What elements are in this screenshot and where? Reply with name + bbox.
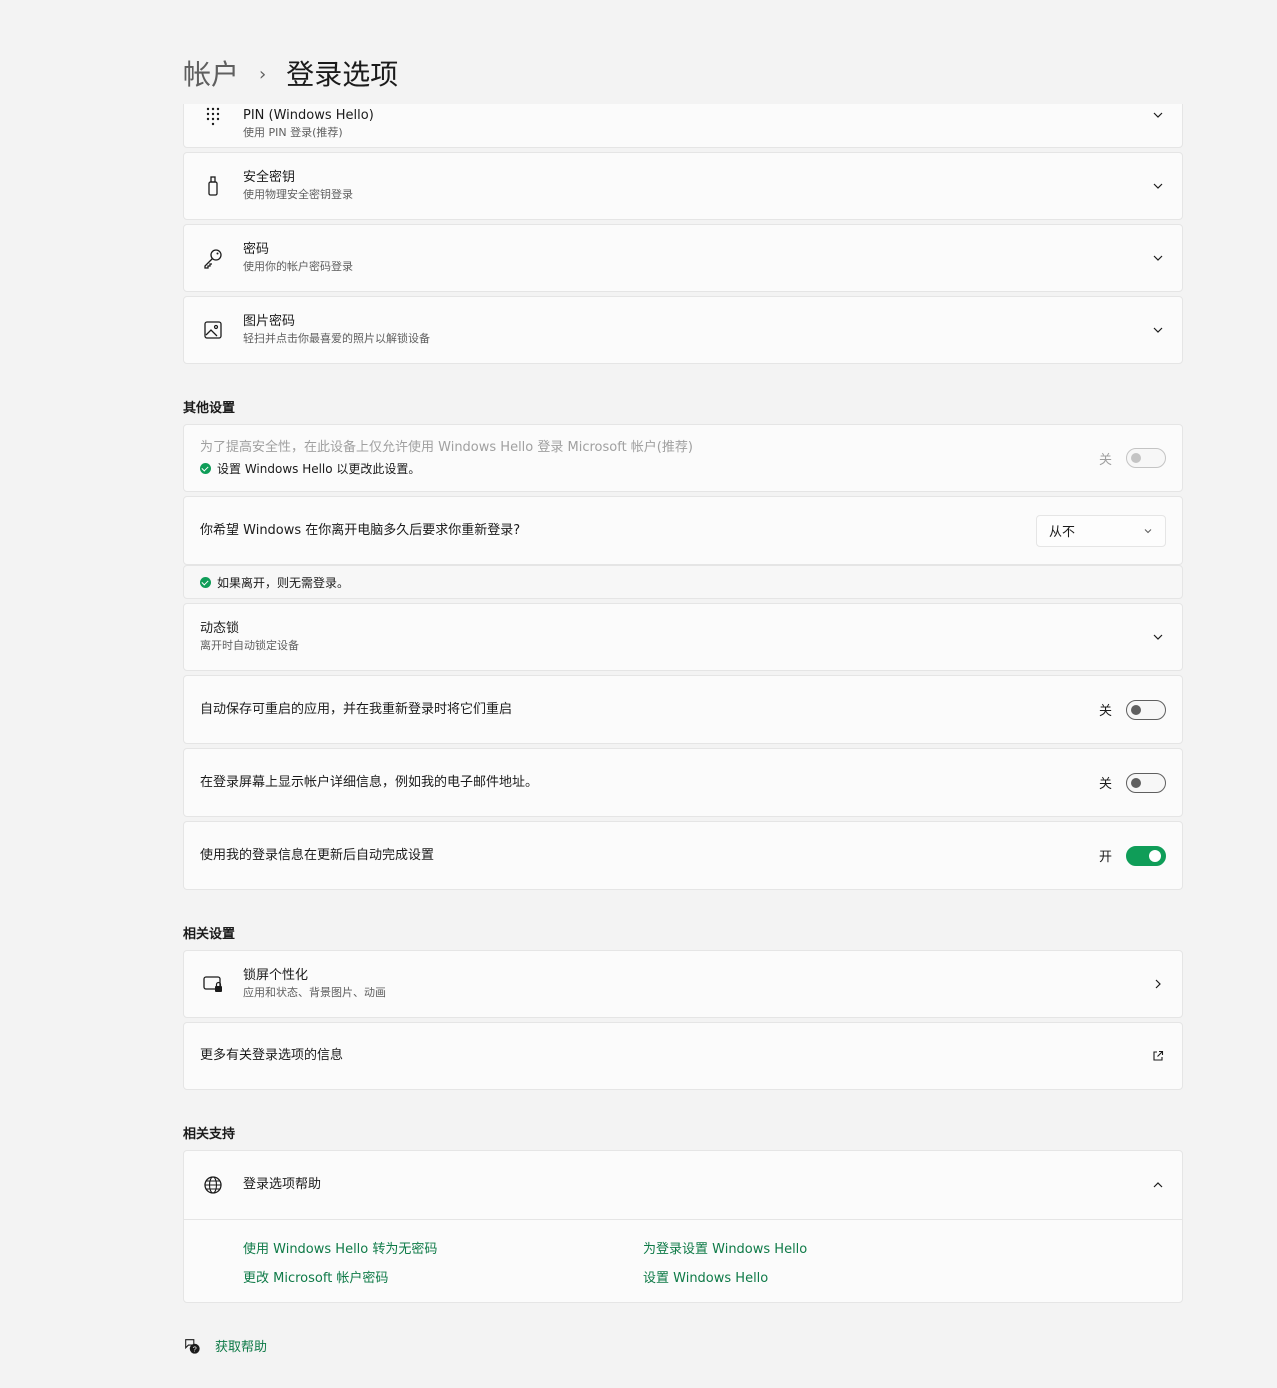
external-link-icon[interactable] xyxy=(1150,1048,1166,1064)
key-icon xyxy=(200,245,226,271)
dynamic-lock-card[interactable]: 动态锁 离开时自动锁定设备 xyxy=(183,603,1183,671)
get-help[interactable]: ? 获取帮助 xyxy=(183,1336,267,1355)
picture-icon xyxy=(200,317,226,343)
more-info-title: 更多有关登录选项的信息 xyxy=(200,1048,344,1063)
chevron-down-icon[interactable] xyxy=(1150,629,1166,645)
related-settings-heading: 相关设置 xyxy=(183,927,236,942)
help-link-change-password[interactable]: 更改 Microsoft 帐户密码 xyxy=(243,1267,388,1286)
chevron-down-icon[interactable] xyxy=(1150,322,1166,338)
restart-apps-state: 关 xyxy=(1098,704,1112,719)
usb-key-icon xyxy=(200,173,226,199)
use-signin-info-toggle[interactable] xyxy=(1126,845,1166,866)
chevron-right-icon[interactable] xyxy=(1150,976,1166,992)
globe-icon xyxy=(200,1172,226,1198)
lock-screen-icon xyxy=(200,971,226,997)
chevron-down-icon[interactable] xyxy=(1150,250,1166,266)
pin-title: PIN (Windows Hello) xyxy=(243,108,374,123)
related-support-heading: 相关支持 xyxy=(183,1127,236,1142)
require-signin-note-bar: 如果离开，则无需登录。 xyxy=(183,565,1183,599)
get-help-link[interactable]: 获取帮助 xyxy=(215,1336,267,1355)
show-details-title: 在登录屏幕上显示帐户详细信息，例如我的电子邮件地址。 xyxy=(200,774,539,790)
password-subtitle: 使用你的帐户密码登录 xyxy=(243,260,353,273)
picture-password-card[interactable]: 图片密码 轻扫并点击你最喜爱的照片以解锁设备 xyxy=(183,296,1183,364)
restart-apps-toggle[interactable] xyxy=(1126,699,1166,720)
chevron-up-icon[interactable] xyxy=(1150,1177,1166,1193)
hello-only-card: 为了提高安全性，在此设备上仅允许使用 Windows Hello 登录 Micr… xyxy=(183,424,1183,492)
show-details-toggle[interactable] xyxy=(1126,772,1166,793)
picture-password-title: 图片密码 xyxy=(243,314,296,329)
pin-keypad-icon xyxy=(200,102,226,128)
svg-text:?: ? xyxy=(193,1344,197,1353)
restart-apps-card: 自动保存可重启的应用，并在我重新登录时将它们重启 关 xyxy=(183,675,1183,744)
require-signin-question: 你希望 Windows 在你离开电脑多久后要求你重新登录? xyxy=(200,522,521,538)
hello-only-title: 为了提高安全性，在此设备上仅允许使用 Windows Hello 登录 Micr… xyxy=(200,440,693,455)
require-signin-selected: 从不 xyxy=(1049,525,1076,540)
help-links: 使用 Windows Hello 转为无密码 为登录设置 Windows Hel… xyxy=(184,1219,1182,1305)
signin-help-header[interactable]: 登录选项帮助 xyxy=(184,1151,1182,1219)
more-info-card[interactable]: 更多有关登录选项的信息 xyxy=(183,1022,1183,1090)
help-link-setup-hello[interactable]: 设置 Windows Hello xyxy=(643,1267,768,1286)
pin-subtitle: 使用 PIN 登录(推荐) xyxy=(243,126,343,139)
lock-screen-subtitle: 应用和状态、背景图片、动画 xyxy=(243,986,386,999)
help-chat-icon: ? xyxy=(185,1338,200,1354)
help-link-passwordless[interactable]: 使用 Windows Hello 转为无密码 xyxy=(243,1238,437,1257)
breadcrumb: 帐户 › 登录选项 xyxy=(183,56,398,94)
signin-help-title: 登录选项帮助 xyxy=(243,1177,322,1192)
dynamic-lock-subtitle: 离开时自动锁定设备 xyxy=(200,639,299,652)
signin-help-card: 登录选项帮助 使用 Windows Hello 转为无密码 为登录设置 Wind… xyxy=(183,1150,1183,1303)
hello-only-note-text: 设置 Windows Hello 以更改此设置。 xyxy=(217,462,421,476)
require-signin-note: 如果离开，则无需登录。 xyxy=(200,574,349,591)
show-details-card: 在登录屏幕上显示帐户详细信息，例如我的电子邮件地址。 关 xyxy=(183,748,1183,817)
breadcrumb-parent[interactable]: 帐户 xyxy=(183,56,239,94)
require-signin-dropdown[interactable]: 从不 xyxy=(1036,514,1166,547)
show-details-state: 关 xyxy=(1098,777,1112,792)
picture-password-subtitle: 轻扫并点击你最喜爱的照片以解锁设备 xyxy=(243,332,430,345)
require-signin-note-text: 如果离开，则无需登录。 xyxy=(217,575,350,590)
check-circle-icon xyxy=(200,576,211,588)
security-key-card[interactable]: 安全密钥 使用物理安全密钥登录 xyxy=(183,152,1183,220)
use-signin-info-state: 开 xyxy=(1098,850,1112,865)
lock-screen-title: 锁屏个性化 xyxy=(243,968,309,983)
password-card[interactable]: 密码 使用你的帐户密码登录 xyxy=(183,224,1183,292)
password-title: 密码 xyxy=(243,242,270,257)
hello-only-toggle xyxy=(1126,448,1166,468)
use-signin-info-title: 使用我的登录信息在更新后自动完成设置 xyxy=(200,847,435,863)
other-settings-heading: 其他设置 xyxy=(183,401,236,416)
use-signin-info-card: 使用我的登录信息在更新后自动完成设置 开 xyxy=(183,821,1183,890)
lock-screen-card[interactable]: 锁屏个性化 应用和状态、背景图片、动画 xyxy=(183,950,1183,1018)
security-key-title: 安全密钥 xyxy=(243,170,296,185)
check-circle-icon xyxy=(200,463,211,474)
help-link-setup-hello-signin[interactable]: 为登录设置 Windows Hello xyxy=(643,1238,807,1257)
restart-apps-title: 自动保存可重启的应用，并在我重新登录时将它们重启 xyxy=(200,701,513,717)
chevron-down-icon[interactable] xyxy=(1150,178,1166,194)
hello-only-note: 设置 Windows Hello 以更改此设置。 xyxy=(200,460,1099,477)
breadcrumb-separator: › xyxy=(259,64,267,85)
hello-only-state: 关 xyxy=(1098,452,1112,468)
dynamic-lock-title: 动态锁 xyxy=(200,621,240,636)
require-signin-card: 你希望 Windows 在你离开电脑多久后要求你重新登录? 从不 xyxy=(183,496,1183,565)
chevron-down-icon[interactable] xyxy=(1150,107,1166,123)
security-key-subtitle: 使用物理安全密钥登录 xyxy=(243,188,353,201)
page-title: 登录选项 xyxy=(286,58,399,91)
chevron-down-icon xyxy=(1144,528,1152,533)
